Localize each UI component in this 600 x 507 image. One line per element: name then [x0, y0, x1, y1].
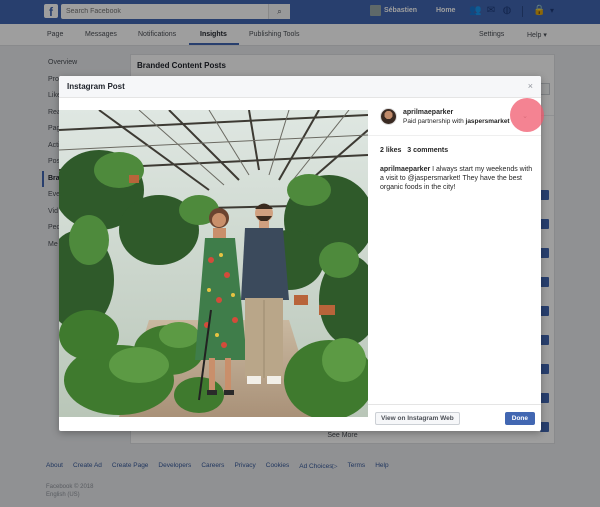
post-details: aprilmaeparker Paid partnership with jas… — [368, 98, 541, 431]
post-photo — [59, 110, 368, 417]
caption-username[interactable]: aprilmaeparker — [380, 166, 430, 173]
dialog-header: Instagram Post × — [59, 76, 541, 98]
greenhouse-photo — [59, 110, 368, 417]
dialog-footer: View on Instagram Web Done — [368, 404, 541, 431]
click-indicator — [510, 98, 544, 132]
engagement-stats: 2 likes 3 comments — [380, 147, 448, 154]
author-username[interactable]: aprilmaeparker — [403, 109, 453, 116]
close-icon[interactable]: × — [528, 81, 533, 91]
avatar[interactable] — [380, 108, 397, 125]
post-caption: aprilmaeparker I always start my weekend… — [380, 165, 535, 192]
comments-count[interactable]: 3 comments — [407, 147, 448, 154]
partnership-prefix: Paid partnership with — [403, 118, 466, 125]
dialog-title: Instagram Post — [67, 82, 125, 91]
done-button[interactable]: Done — [504, 412, 535, 425]
paid-partnership-label: Paid partnership with jaspersmarket — [403, 118, 510, 125]
view-on-instagram-button[interactable]: View on Instagram Web — [375, 412, 460, 425]
instagram-post-dialog: Instagram Post × aprilmaeparker Paid par… — [59, 76, 541, 431]
likes-count: 2 likes — [380, 147, 402, 154]
partner-name[interactable]: jaspersmarket — [466, 118, 510, 125]
